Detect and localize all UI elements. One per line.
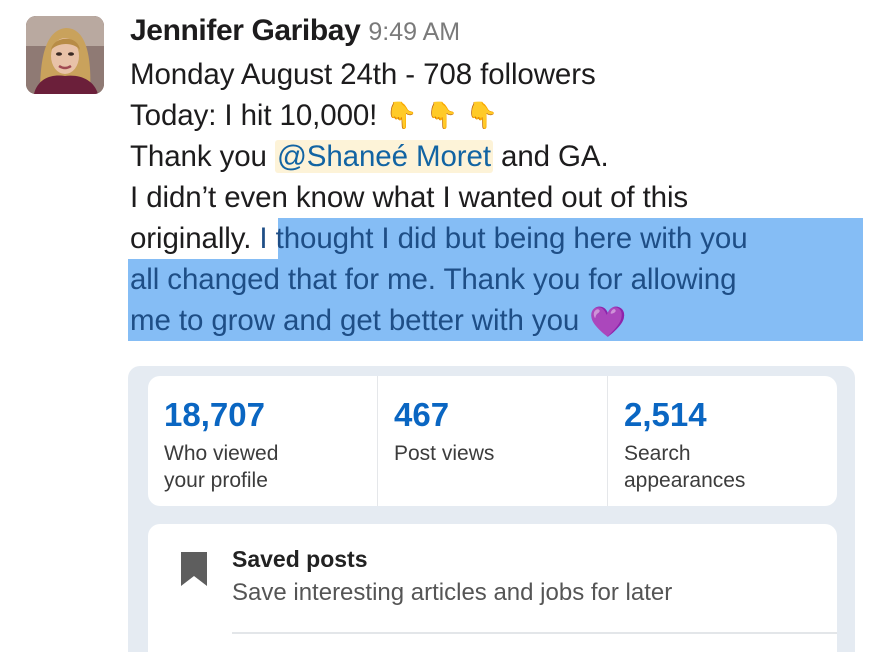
highlighted-selection: originally. I thought I did but being he… bbox=[128, 218, 865, 341]
purple-heart-emoji: 💜 bbox=[589, 306, 627, 339]
message-line-5-selected: I thought I did but being here with you bbox=[251, 222, 748, 255]
pointing-down-emoji: 👇 bbox=[425, 100, 458, 130]
message-line-1: Monday August 24th - 708 followers bbox=[130, 58, 596, 91]
message-line-7: me to grow and get better with you 💜 bbox=[130, 300, 865, 341]
profile-stats-card: 18,707 Who viewed your profile 467 Post … bbox=[148, 376, 837, 506]
stat-post-views[interactable]: 467 Post views bbox=[378, 376, 608, 506]
saved-posts-title: Saved posts bbox=[232, 546, 368, 572]
stat-label: Who viewed your profile bbox=[164, 442, 279, 492]
message-line-2-text: Today: I hit 10,000! bbox=[130, 99, 378, 132]
thank-you-tail: and GA. bbox=[492, 140, 609, 173]
message-line-3: Thank you @Shaneé Moret and GA. bbox=[130, 136, 865, 177]
bookmark-icon bbox=[181, 552, 207, 586]
message-line-5-plain: originally. bbox=[130, 222, 252, 255]
stat-value: 467 bbox=[394, 396, 450, 433]
message-line-2: Today: I hit 10,000! 👇 👇 👇 bbox=[130, 95, 865, 136]
stat-search-appearances[interactable]: 2,514 Search appearances bbox=[608, 376, 837, 506]
pointing-down-emoji: 👇 bbox=[465, 100, 499, 130]
profile-photo bbox=[26, 16, 104, 94]
stat-label: Post views bbox=[394, 442, 495, 465]
saved-posts-card[interactable]: Saved posts Save interesting articles an… bbox=[148, 524, 837, 652]
stat-profile-views[interactable]: 18,707 Who viewed your profile bbox=[148, 376, 378, 506]
stat-value: 2,514 bbox=[624, 396, 707, 433]
user-mention[interactable]: @Shaneé Moret bbox=[274, 140, 493, 173]
timestamp[interactable]: 9:49 AM bbox=[368, 18, 460, 47]
saved-posts-description: Save interesting articles and jobs for l… bbox=[232, 579, 673, 606]
thank-you-text: Thank you bbox=[130, 140, 275, 173]
message-header: Jennifer Garibay 9:49 AM bbox=[130, 14, 865, 54]
avatar[interactable] bbox=[26, 16, 104, 94]
stat-label: Search appearances bbox=[624, 442, 746, 492]
message-line-5: originally. I thought I did but being he… bbox=[130, 218, 865, 259]
message-line-4: I didn’t even know what I wanted out of … bbox=[130, 181, 689, 214]
message: Jennifer Garibay 9:49 AM Monday August 2… bbox=[128, 14, 865, 341]
author-name[interactable]: Jennifer Garibay bbox=[130, 14, 361, 48]
pointing-down-emoji: 👇 bbox=[385, 100, 418, 130]
message-line-6: all changed that for me. Thank you for a… bbox=[130, 263, 737, 296]
divider bbox=[232, 632, 837, 634]
message-line-7-text: me to grow and get better with you bbox=[130, 304, 580, 337]
stat-value: 18,707 bbox=[164, 396, 265, 433]
